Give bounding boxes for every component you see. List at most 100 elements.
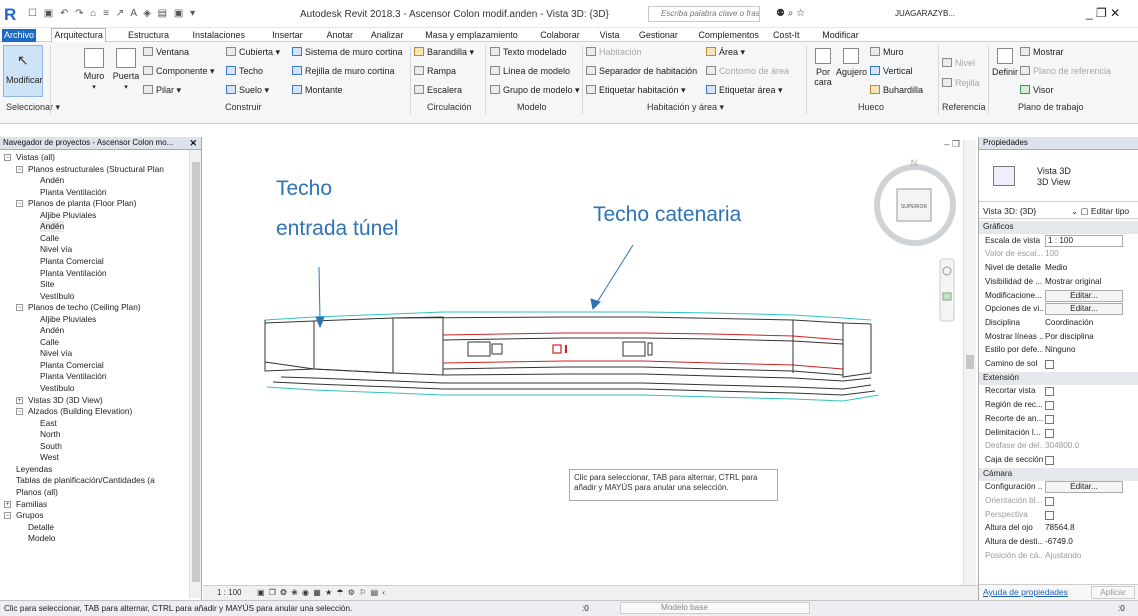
search-input[interactable]: Escriba palabra clave o frase <box>648 6 760 22</box>
mullion-button[interactable]: Montante <box>292 85 343 96</box>
property-checkbox[interactable] <box>1045 428 1054 438</box>
shaft-button[interactable]: Agujero <box>836 48 867 77</box>
apply-button[interactable]: Aplicar <box>1091 586 1135 599</box>
tree-node[interactable]: Vestíbulo <box>40 291 74 302</box>
tree-node[interactable]: Grupos <box>16 510 43 521</box>
room-area-panel-label[interactable]: Habitación y área ▾ <box>647 102 724 113</box>
canvas-vertical-scrollbar[interactable] <box>963 140 976 585</box>
tree-toggle-icon[interactable]: − <box>4 154 11 161</box>
property-edit-button[interactable]: Editar... <box>1045 481 1123 494</box>
tree-node[interactable]: West <box>40 452 59 463</box>
model-line-button[interactable]: Línea de modelo <box>490 66 570 77</box>
vertical-opening-button[interactable]: Vertical <box>870 66 913 77</box>
model-group-button[interactable]: Grupo de modelo ▾ <box>490 85 580 96</box>
tree-node[interactable]: Calle <box>40 337 59 348</box>
tree-node[interactable]: Vistas 3D (3D View) <box>28 395 103 406</box>
tab-vista[interactable]: Vista <box>598 29 622 42</box>
window-controls[interactable]: _ ❐ ✕ <box>1086 6 1120 20</box>
tab-insertar[interactable]: Insertar <box>270 29 305 42</box>
railing-button[interactable]: Barandilla ▾ <box>414 47 474 58</box>
tree-node[interactable]: Andén <box>40 325 64 336</box>
tree-node[interactable]: Detalle <box>28 522 54 533</box>
tab-masa-y-emplazamiento[interactable]: Masa y emplazamiento <box>423 29 520 42</box>
tree-node[interactable]: Familias <box>16 499 47 510</box>
column-button[interactable]: Pilar ▾ <box>143 85 181 96</box>
roof-button[interactable]: Cubierta ▾ <box>226 47 280 58</box>
tree-node[interactable]: East <box>40 418 57 429</box>
property-checkbox[interactable] <box>1045 455 1054 465</box>
floor-button[interactable]: Suelo ▾ <box>226 85 269 96</box>
tree-node[interactable]: Planta Ventilación <box>40 371 107 382</box>
property-value[interactable]: Medio <box>1045 262 1129 274</box>
room-separator-button[interactable]: Separador de habitación <box>586 66 697 77</box>
show-workplane-button[interactable]: Mostrar <box>1020 47 1064 58</box>
viewcube[interactable]: SUPERIOR N <box>874 158 956 246</box>
tree-node[interactable]: Andén <box>40 175 64 186</box>
tree-node[interactable]: Planta Ventilación <box>40 268 107 279</box>
area-button[interactable]: Área ▾ <box>706 47 745 58</box>
property-group[interactable]: Extensión <box>979 371 1138 385</box>
stair-button[interactable]: Escalera <box>414 85 462 96</box>
area-boundary-button[interactable]: Contorno de área <box>706 66 789 77</box>
wall-button[interactable]: Muro ▾ <box>80 48 108 91</box>
tree-node[interactable]: Nivel vía <box>40 348 72 359</box>
user-account[interactable]: JUAGARAZYB... <box>895 9 955 18</box>
tree-node[interactable]: South <box>40 441 62 452</box>
window-button[interactable]: Ventana <box>143 47 189 58</box>
tree-toggle-icon[interactable]: − <box>16 408 23 416</box>
tree-node[interactable]: Planta Ventilación <box>40 187 107 198</box>
close-icon[interactable]: ✕ <box>189 137 197 149</box>
viewer-button[interactable]: Visor <box>1020 85 1053 96</box>
set-workplane-button[interactable]: Definir <box>992 48 1018 77</box>
infocenter-tools[interactable]: ⚉ ⌕ ☆ <box>776 8 805 19</box>
property-value[interactable]: 304800.0 <box>1045 440 1129 452</box>
design-option-selector[interactable]: Modelo base <box>620 602 810 614</box>
tree-toggle-icon[interactable]: + <box>16 396 23 404</box>
tree-node[interactable]: Site <box>40 279 54 290</box>
property-value[interactable]: Mostrar original <box>1045 276 1129 288</box>
tree-toggle-icon[interactable]: − <box>4 512 11 520</box>
tree-node[interactable]: Leyendas <box>16 464 52 475</box>
property-group[interactable]: Gráficos <box>979 221 1138 234</box>
navigation-bar[interactable] <box>939 258 955 322</box>
tree-node[interactable]: Aljibe Pluviales <box>40 314 96 325</box>
select-panel-label[interactable]: Seleccionar ▾ <box>6 102 60 113</box>
edit-type-button[interactable]: ⌄ ▢ Editar tipo <box>1071 204 1129 218</box>
component-button[interactable]: Componente ▾ <box>143 66 215 77</box>
view-scale[interactable]: 1 : 100 <box>217 586 241 600</box>
tree-node[interactable]: Modelo <box>28 533 55 544</box>
tab-anotar[interactable]: Anotar <box>325 29 356 42</box>
quick-access-toolbar[interactable]: ☐ ▣ ↶ ↷ ⌂ ≡ ↗ A ◈ ▤ ▣ ▾ <box>28 8 197 19</box>
tree-toggle-icon[interactable]: − <box>16 304 23 312</box>
level-button[interactable]: Nivel <box>942 58 975 69</box>
tag-area-button[interactable]: Etiquetar área ▾ <box>706 85 783 96</box>
property-value[interactable]: 78564.8 <box>1045 522 1129 534</box>
property-edit-button[interactable]: Editar... <box>1045 303 1123 316</box>
tree-node[interactable]: Aljibe Pluviales <box>40 210 96 221</box>
tree-node[interactable]: Tablas de planificación/Cantidades (a <box>16 475 155 486</box>
property-checkbox[interactable] <box>1045 510 1054 520</box>
property-input[interactable]: 1 : 100 <box>1045 234 1123 247</box>
tag-room-button[interactable]: Etiquetar habitación ▾ <box>586 85 686 96</box>
property-group[interactable]: Cámara <box>979 467 1138 481</box>
property-value[interactable]: Coordinación <box>1045 317 1129 329</box>
tab-archivo[interactable]: Archivo <box>2 29 37 42</box>
tree-node[interactable]: Vestíbulo <box>40 383 74 394</box>
ramp-button[interactable]: Rampa <box>414 66 456 77</box>
browser-scroll-thumb[interactable] <box>192 162 200 582</box>
tree-node[interactable]: Calle <box>40 233 59 244</box>
room-button[interactable]: Habitación <box>586 47 642 58</box>
curtain-system-button[interactable]: Sistema de muro cortina <box>292 47 403 58</box>
instance-selector[interactable]: Vista 3D: {3D} ⌄ ▢ Editar tipo <box>979 204 1138 219</box>
tree-node[interactable]: Andén <box>40 221 65 233</box>
property-checkbox[interactable] <box>1045 401 1054 411</box>
canvas-scroll-thumb[interactable] <box>966 355 974 369</box>
property-value[interactable]: 100 <box>1045 248 1129 260</box>
property-value[interactable]: Por disciplina <box>1045 331 1129 343</box>
ref-plane-button[interactable]: Plano de referencia <box>1020 66 1111 77</box>
browser-scrollbar[interactable] <box>189 150 201 598</box>
property-value[interactable]: Ninguno <box>1045 344 1129 356</box>
tree-toggle-icon[interactable]: + <box>4 500 11 508</box>
tree-node[interactable]: North <box>40 429 60 440</box>
tree-node[interactable]: Vistas (all) <box>16 152 55 163</box>
